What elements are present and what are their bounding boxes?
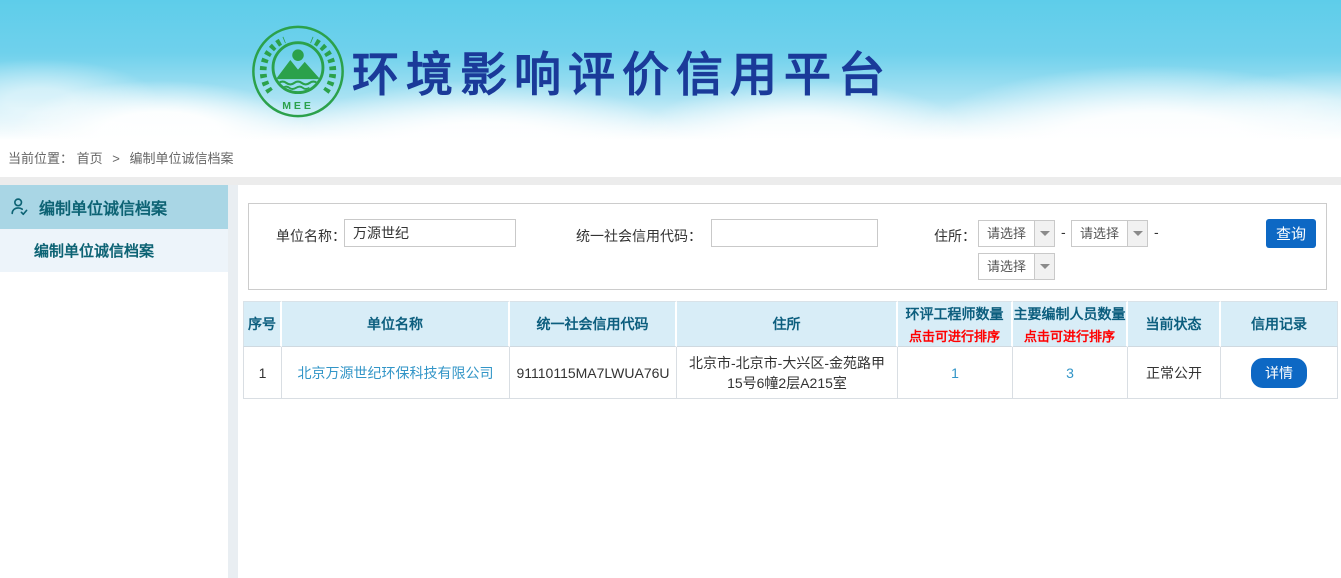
sort-hint: 点击可进行排序 bbox=[898, 326, 1011, 345]
chevron-down-icon bbox=[1034, 221, 1054, 246]
breadcrumb-current: 编制单位诚信档案 bbox=[130, 151, 234, 166]
sidebar-subitem-credit-archive[interactable]: 编制单位诚信档案 bbox=[0, 229, 228, 272]
sidebar-divider bbox=[228, 185, 238, 578]
col-engineer-count[interactable]: 环评工程师数量 点击可进行排序 bbox=[898, 301, 1013, 347]
col-staff-count-label: 主要编制人员数量 bbox=[1013, 304, 1126, 324]
content-layout: 编制单位诚信档案 编制单位诚信档案 单位名称： 统一社会信用代码： 住所： 请选… bbox=[0, 185, 1341, 578]
district-select[interactable]: 请选择 bbox=[978, 253, 1055, 280]
col-unit-name: 单位名称 bbox=[282, 301, 510, 347]
breadcrumb-separator: > bbox=[112, 151, 120, 166]
mee-logo-text: MEE bbox=[282, 100, 314, 112]
company-link[interactable]: 北京万源世纪环保科技有限公司 bbox=[298, 365, 494, 381]
col-credit-record: 信用记录 bbox=[1221, 301, 1338, 347]
breadcrumb-home-link[interactable]: 首页 bbox=[77, 151, 103, 166]
main-content: 单位名称： 统一社会信用代码： 住所： 请选择 - 请选择 - 请选择 bbox=[238, 185, 1341, 578]
sidebar-subitem-label: 编制单位诚信档案 bbox=[34, 240, 154, 261]
detail-button[interactable]: 详情 bbox=[1251, 358, 1307, 388]
status-cell: 正常公开 bbox=[1128, 347, 1221, 399]
sort-hint: 点击可进行排序 bbox=[1013, 326, 1126, 345]
breadcrumb: 当前位置： 首页 > 编制单位诚信档案 bbox=[0, 140, 1341, 177]
page: MEE 环境影响评价信用平台 当前位置： 首页 > 编制单位诚信档案 编制单位诚… bbox=[0, 0, 1341, 578]
credit-code-input[interactable] bbox=[711, 219, 878, 247]
user-check-icon bbox=[9, 196, 31, 218]
table-row: 1 北京万源世纪环保科技有限公司 91110115MA7LWUA76U 北京市-… bbox=[243, 347, 1338, 399]
credit-code-label: 统一社会信用代码： bbox=[576, 226, 702, 246]
sidebar-item-credit-archive[interactable]: 编制单位诚信档案 bbox=[0, 185, 228, 229]
address-separator: - bbox=[1154, 224, 1159, 240]
credit-code-cell: 91110115MA7LWUA76U bbox=[510, 347, 677, 399]
site-header: MEE 环境影响评价信用平台 bbox=[0, 0, 1341, 140]
section-divider bbox=[0, 177, 1341, 185]
unit-name-label: 单位名称： bbox=[276, 226, 346, 246]
city-select[interactable]: 请选择 bbox=[1071, 220, 1148, 247]
col-address: 住所 bbox=[677, 301, 898, 347]
address-cell: 北京市-北京市-大兴区-金苑路甲15号6幢2层A215室 bbox=[677, 347, 898, 399]
breadcrumb-prefix: 当前位置： bbox=[8, 151, 73, 166]
sidebar-item-label: 编制单位诚信档案 bbox=[39, 195, 167, 219]
chevron-down-icon bbox=[1034, 254, 1054, 279]
mee-logo: MEE bbox=[250, 23, 346, 120]
table-header: 序号 单位名称 统一社会信用代码 住所 环评工程师数量 点击可进行排序 主要编制… bbox=[243, 301, 1338, 347]
chevron-down-icon bbox=[1127, 221, 1147, 246]
results-table: 序号 单位名称 统一社会信用代码 住所 环评工程师数量 点击可进行排序 主要编制… bbox=[243, 301, 1338, 399]
address-label: 住所： bbox=[934, 226, 976, 246]
mee-logo-icon: MEE bbox=[250, 23, 346, 120]
col-credit-code: 统一社会信用代码 bbox=[510, 301, 677, 347]
search-panel: 单位名称： 统一社会信用代码： 住所： 请选择 - 请选择 - 请选择 bbox=[248, 203, 1327, 290]
col-index: 序号 bbox=[243, 301, 282, 347]
col-staff-count[interactable]: 主要编制人员数量 点击可进行排序 bbox=[1013, 301, 1128, 347]
query-button[interactable]: 查询 bbox=[1266, 219, 1316, 248]
sidebar: 编制单位诚信档案 编制单位诚信档案 bbox=[0, 185, 228, 578]
col-engineer-count-label: 环评工程师数量 bbox=[898, 304, 1011, 324]
address-separator: - bbox=[1061, 224, 1066, 240]
col-status: 当前状态 bbox=[1128, 301, 1221, 347]
province-select[interactable]: 请选择 bbox=[978, 220, 1055, 247]
site-title: 环境影响评价信用平台 bbox=[352, 36, 892, 105]
unit-name-input[interactable] bbox=[344, 219, 516, 247]
staff-count-link[interactable]: 3 bbox=[1066, 365, 1074, 381]
row-index: 1 bbox=[243, 347, 282, 399]
engineer-count-link[interactable]: 1 bbox=[951, 365, 959, 381]
